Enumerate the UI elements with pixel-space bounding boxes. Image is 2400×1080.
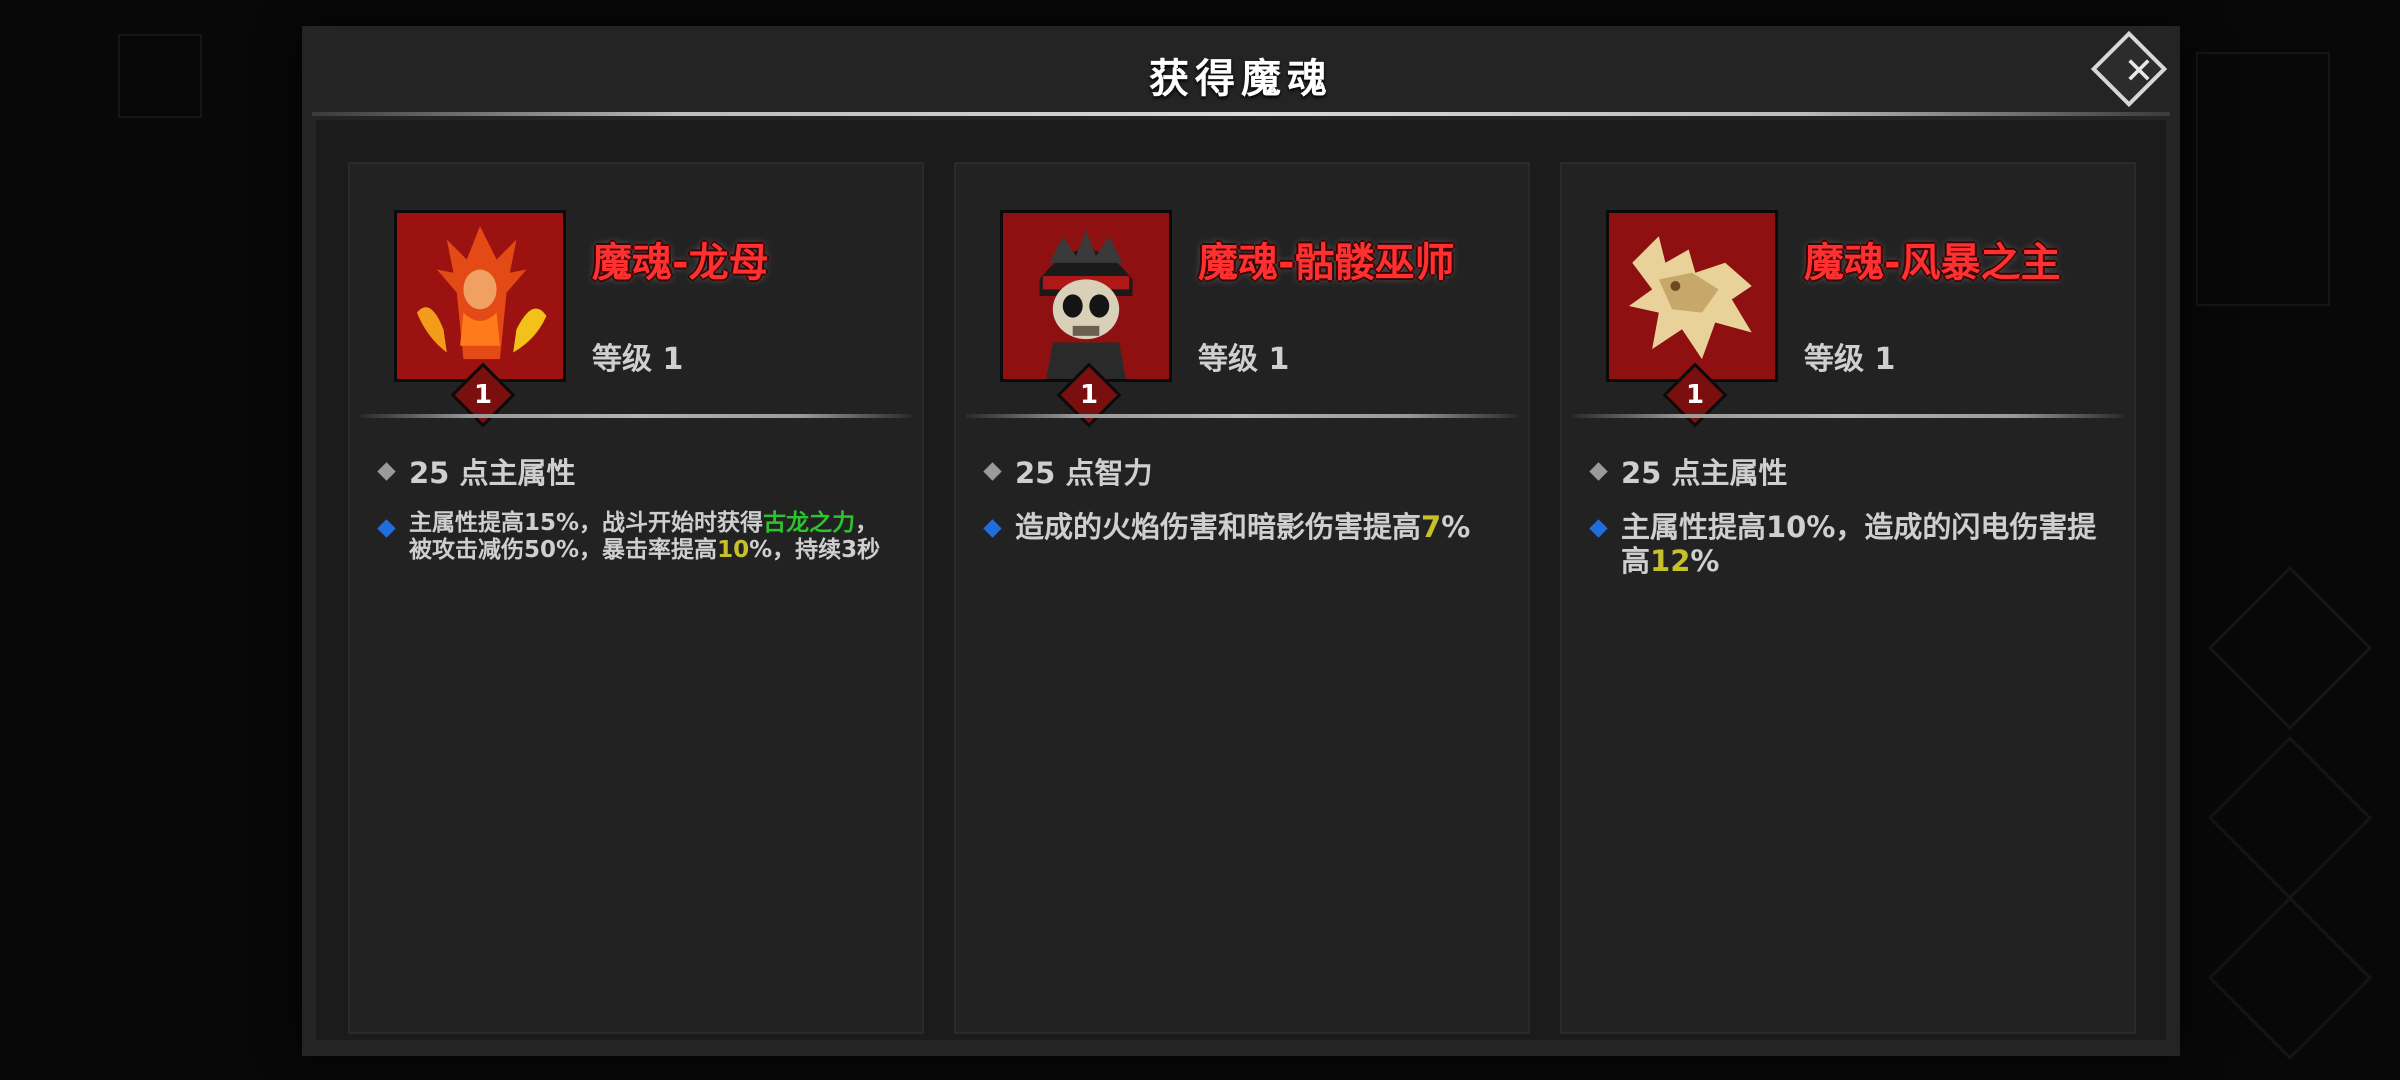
effect-highlight-value: 10 — [717, 537, 750, 564]
get-soul-dialog: 获得魔魂 ✕ 1 魔魂-龙母 等级 1 25 点主属性 主属性提高15%，战斗开… — [302, 26, 2180, 1056]
card-divider — [966, 414, 1518, 418]
background-side-button — [2207, 735, 2373, 901]
effect-text: 主属性提高15%，战斗开始时获得古龙之力，被攻击减伤50%，暴击率提高10%，持… — [409, 510, 900, 564]
storm-lord-portrait-icon — [1606, 210, 1778, 382]
stat-row: 25 点主属性 — [1589, 450, 1788, 492]
gray-diamond-bullet-icon — [1589, 461, 1608, 481]
effect-row: 造成的火焰伤害和暗影伤害提高7% — [983, 510, 1506, 544]
blue-diamond-bullet-icon — [1589, 519, 1608, 538]
effect-text: 造成的火焰伤害和暗影伤害提高7% — [1015, 510, 1470, 544]
background-side-button — [2207, 565, 2373, 731]
card-divider — [360, 414, 912, 418]
stat-text: 25 点主属性 — [409, 456, 576, 490]
dialog-header: 获得魔魂 ✕ — [302, 26, 2180, 114]
soul-name: 魔魂-龙母 — [592, 240, 769, 286]
dialog-title: 获得魔魂 — [1149, 56, 1333, 102]
background-panel — [118, 34, 202, 118]
effect-text-part: % — [1690, 544, 1720, 579]
soul-name: 魔魂-风暴之主 — [1804, 240, 2061, 286]
effect-row: 主属性提高15%，战斗开始时获得古龙之力，被攻击减伤50%，暴击率提高10%，持… — [377, 510, 900, 564]
stat-text: 25 点主属性 — [1621, 456, 1788, 490]
close-icon[interactable]: ✕ — [2112, 50, 2166, 104]
effect-highlight-value: 7 — [1421, 510, 1442, 544]
level-badge-number: 1 — [473, 380, 493, 410]
stat-text: 25 点智力 — [1015, 456, 1153, 490]
effect-text-part: % — [1441, 510, 1471, 544]
gray-diamond-bullet-icon — [983, 461, 1002, 481]
effect-highlight-buff: 古龙之力 — [763, 510, 856, 536]
soul-name: 魔魂-骷髅巫师 — [1198, 240, 1455, 286]
stat-row: 25 点主属性 — [377, 450, 576, 492]
soul-card-storm-lord[interactable]: 1 魔魂-风暴之主 等级 1 25 点主属性 主属性提高10%，造成的闪电伤害提… — [1560, 162, 2136, 1034]
soul-card-dragon-mother[interactable]: 1 魔魂-龙母 等级 1 25 点主属性 主属性提高15%，战斗开始时获得古龙之… — [348, 162, 924, 1034]
level-badge-number: 1 — [1079, 380, 1099, 410]
effect-text-part: %，持续3秒 — [749, 537, 881, 564]
skeleton-wizard-portrait-icon — [1000, 210, 1172, 382]
gray-diamond-bullet-icon — [377, 461, 396, 481]
background-side-button — [2207, 895, 2373, 1061]
blue-diamond-bullet-icon — [377, 519, 396, 538]
effect-row: 主属性提高10%，造成的闪电伤害提高12% — [1589, 510, 2112, 578]
soul-card-skeleton-wizard[interactable]: 1 魔魂-骷髅巫师 等级 1 25 点智力 造成的火焰伤害和暗影伤害提高7% — [954, 162, 1530, 1034]
soul-level: 等级 1 — [1804, 342, 1896, 377]
effect-highlight-value: 12 — [1650, 544, 1691, 579]
cards-container: 1 魔魂-龙母 等级 1 25 点主属性 主属性提高15%，战斗开始时获得古龙之… — [316, 120, 2166, 1040]
blue-diamond-bullet-icon — [983, 519, 1002, 538]
effect-text: 主属性提高10%，造成的闪电伤害提高12% — [1621, 510, 2112, 578]
stat-row: 25 点智力 — [983, 450, 1153, 492]
effect-text-part: 造成的火焰伤害和暗影伤害提高 — [1015, 510, 1422, 544]
background-panel — [2196, 52, 2330, 306]
dragon-mother-portrait-icon — [394, 210, 566, 382]
header-divider — [312, 112, 2170, 116]
soul-level: 等级 1 — [1198, 342, 1290, 377]
effect-text-part: 主属性提高15%，战斗开始时获得 — [409, 510, 764, 536]
level-badge-number: 1 — [1685, 380, 1705, 410]
soul-level: 等级 1 — [592, 342, 684, 377]
card-divider — [1572, 414, 2124, 418]
